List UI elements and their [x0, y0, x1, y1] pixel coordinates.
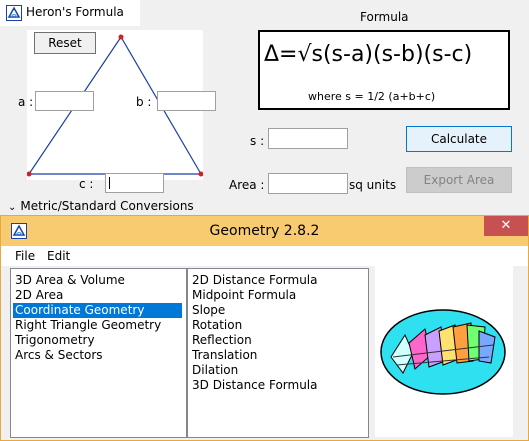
list-item[interactable]: Arcs & Sectors — [13, 348, 105, 363]
list-item[interactable]: Slope — [190, 303, 227, 318]
chevron-double-down-icon: ⌄ — [8, 202, 17, 213]
formula-display: Δ=√s(s-a)(s-b)(s-c) where s = 1/2 (a+b+c… — [258, 30, 510, 110]
heron-title: Heron's Formula — [26, 5, 124, 19]
geometry-title: Geometry 2.8.2 — [209, 223, 320, 239]
list-item[interactable]: Dilation — [190, 363, 240, 378]
reset-button[interactable]: Reset — [34, 32, 96, 54]
list-item[interactable]: 3D Area & Volume — [13, 273, 127, 288]
formula-heading: Formula — [360, 10, 409, 24]
calculate-button[interactable]: Calculate — [406, 126, 512, 152]
heron-window: Heron's Formula Reset a : b : c : Formul… — [0, 0, 529, 215]
geometry-logo-art — [380, 309, 506, 395]
side-a-input[interactable] — [35, 91, 94, 111]
category-list[interactable]: 3D Area & Volume 2D Area Coordinate Geom… — [10, 268, 187, 438]
area-units-label: sq units — [349, 178, 397, 192]
close-icon: ✕ — [500, 218, 512, 233]
side-b-label: b : — [136, 95, 152, 109]
menu-bar: File Edit — [1, 246, 528, 266]
close-button[interactable]: ✕ — [484, 216, 528, 236]
heron-title-bar: Heron's Formula — [0, 0, 140, 26]
list-item[interactable]: Midpoint Formula — [190, 288, 298, 303]
geometry-title-bar[interactable]: Geometry 2.8.2 ✕ — [1, 216, 528, 246]
heron-formula: Δ=√s(s-a)(s-b)(s-c) — [264, 42, 473, 67]
area-output-field[interactable] — [268, 173, 348, 194]
list-item[interactable]: Right Triangle Geometry — [13, 318, 163, 333]
list-item[interactable]: Trigonometry — [13, 333, 97, 348]
side-c-label: c : — [79, 177, 94, 191]
formula-where-note: where s = 1/2 (a+b+c) — [308, 90, 436, 103]
geometry-window: Geometry 2.8.2 ✕ File Edit 3D Area & Vol… — [0, 215, 529, 441]
list-item[interactable]: Reflection — [190, 333, 254, 348]
conversions-label: Metric/Standard Conversions — [20, 199, 194, 213]
menu-file[interactable]: File — [15, 249, 35, 263]
side-a-label: a : — [18, 95, 34, 109]
geometry-logo — [375, 265, 513, 437]
export-area-button[interactable]: Export Area — [406, 167, 512, 193]
vertex-top-handle[interactable] — [118, 34, 124, 40]
list-item-selected[interactable]: Coordinate Geometry — [13, 303, 182, 318]
list-item[interactable]: 2D Distance Formula — [190, 273, 320, 288]
list-item[interactable]: Rotation — [190, 318, 244, 333]
vertex-right-handle[interactable] — [198, 171, 204, 177]
conversions-toggle[interactable]: ⌄ Metric/Standard Conversions — [8, 199, 194, 213]
side-c-input[interactable] — [105, 173, 164, 193]
side-b-input[interactable] — [157, 91, 216, 111]
formula-list[interactable]: 2D Distance Formula Midpoint Formula Slo… — [187, 268, 369, 438]
menu-edit[interactable]: Edit — [47, 249, 70, 263]
app-icon — [6, 5, 22, 21]
list-item[interactable]: Translation — [190, 348, 259, 363]
s-output-field[interactable] — [268, 128, 348, 149]
area-label: Area : — [229, 178, 265, 192]
s-label: s : — [250, 134, 265, 148]
list-item[interactable]: 2D Area — [13, 288, 65, 303]
list-item[interactable]: 3D Distance Formula — [190, 378, 320, 393]
text-cursor — [109, 177, 110, 189]
